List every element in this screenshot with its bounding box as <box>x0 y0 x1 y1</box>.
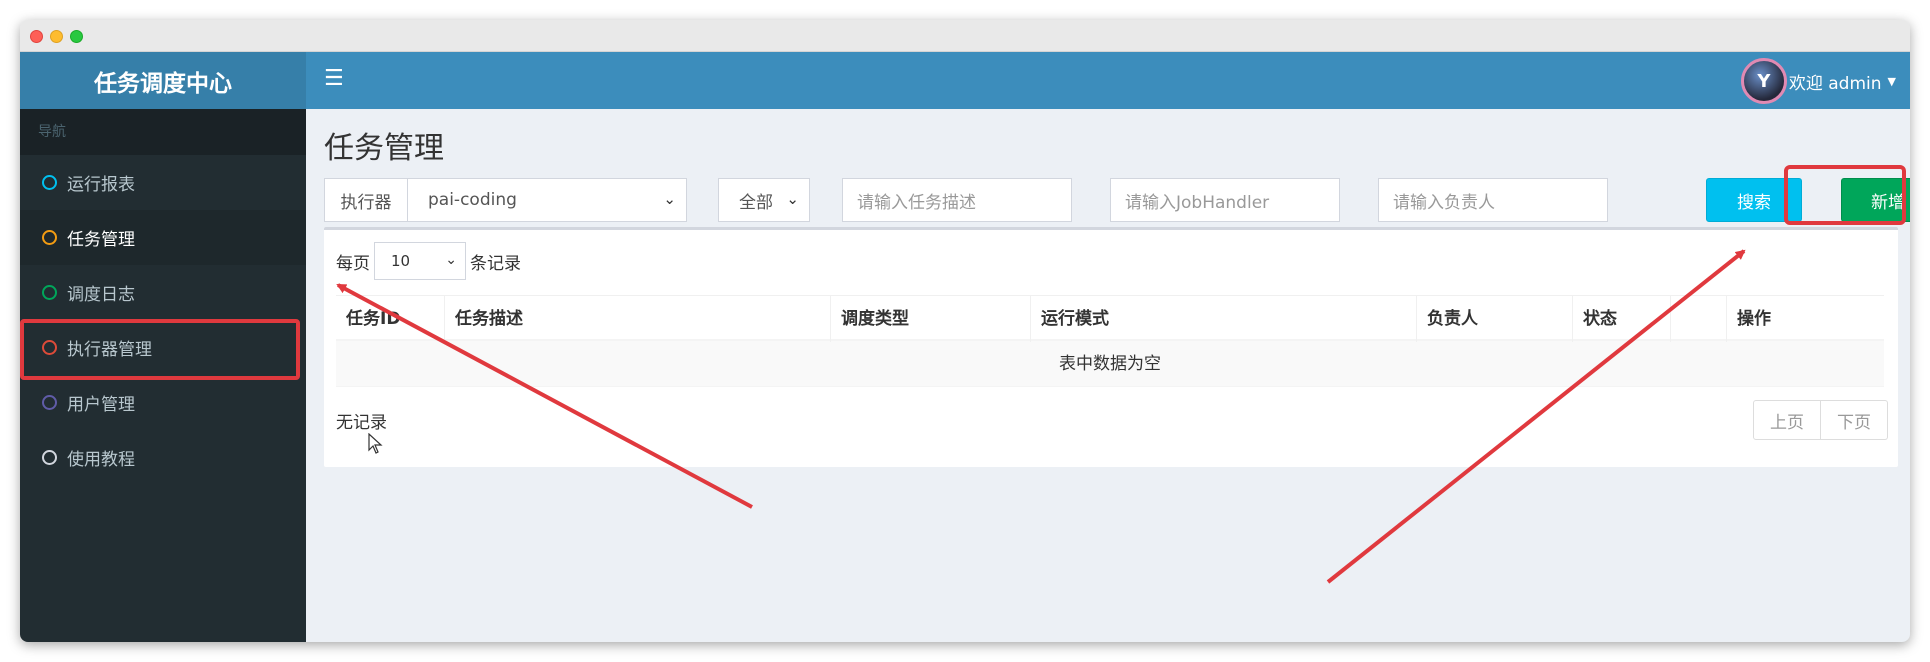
column-header[interactable]: 任务ID <box>336 296 446 342</box>
nav-header: 导航 <box>20 109 306 155</box>
prev-page-button[interactable]: 上页 <box>1753 400 1821 440</box>
status-select[interactable]: 全部 ⌄ <box>718 178 810 222</box>
column-header[interactable]: 调度类型 <box>830 296 1030 342</box>
sidebar-item-label: 任务管理 <box>67 230 135 250</box>
page-length-select[interactable]: 10 ⌄ <box>374 242 466 280</box>
page-title: 任务管理 <box>324 131 444 166</box>
author-input[interactable]: 请输入负责人 <box>1378 178 1608 222</box>
close-window-button[interactable] <box>30 30 43 43</box>
pagination: 上页 下页 <box>1753 400 1888 440</box>
column-header[interactable]: 任务描述 <box>444 296 830 342</box>
mouse-cursor-icon <box>368 433 383 454</box>
chevron-down-icon: ⌄ <box>786 190 799 208</box>
sidebar-item-report[interactable]: 运行报表 <box>20 155 306 210</box>
page-length-control: 每页 10 ⌄ 条记录 <box>336 242 521 280</box>
avatar: Y <box>1740 58 1787 104</box>
app-logo[interactable]: 任务调度中心 <box>20 52 306 109</box>
job-table-box: 每页 10 ⌄ 条记录 任务ID 任务描述 调度类型 运行模式 负责人 状态 操… <box>324 227 1898 467</box>
sidebar-item-logs[interactable]: 调度日志 <box>20 265 306 320</box>
next-page-button[interactable]: 下页 <box>1821 400 1888 440</box>
zoom-window-button[interactable] <box>70 30 83 43</box>
column-header[interactable]: 运行模式 <box>1030 296 1416 342</box>
sidebar-item-label: 用户管理 <box>67 395 135 415</box>
window-titlebar <box>20 20 1910 52</box>
table-empty-row: 表中数据为空 <box>336 341 1884 387</box>
minimize-window-button[interactable] <box>50 30 63 43</box>
column-header[interactable]: 负责人 <box>1416 296 1572 342</box>
sidebar: 导航 运行报表 任务管理 调度日志 执行器管理 用户管理 使用教程 <box>20 109 306 642</box>
menu-toggle-icon[interactable]: ☰ <box>324 66 344 91</box>
highlight-box-jobs <box>20 319 300 380</box>
executor-select-value: pai-coding <box>428 190 517 210</box>
status-select-value: 全部 <box>739 192 773 213</box>
chevron-down-icon: ⌄ <box>445 252 457 268</box>
main-content: 任务管理 执行器 pai-coding ⌄ 全部 ⌄ 请输入任务描述 请输入Jo… <box>306 109 1910 642</box>
circle-icon <box>42 230 57 245</box>
length-prefix: 每页 <box>336 253 370 274</box>
sidebar-item-jobs[interactable]: 任务管理 <box>20 210 306 265</box>
highlight-box-add <box>1784 165 1906 225</box>
job-desc-input[interactable]: 请输入任务描述 <box>842 178 1072 222</box>
job-handler-input[interactable]: 请输入JobHandler <box>1110 178 1340 222</box>
top-header: ☰ Y 欢迎 admin ▼ <box>306 52 1910 109</box>
filter-row: 执行器 pai-coding ⌄ 全部 ⌄ 请输入任务描述 请输入JobHand… <box>324 178 1910 222</box>
circle-icon <box>42 285 57 300</box>
length-suffix: 条记录 <box>470 253 521 274</box>
sidebar-item-label: 运行报表 <box>67 175 135 195</box>
sidebar-item-label: 调度日志 <box>67 285 135 305</box>
sidebar-item-help[interactable]: 使用教程 <box>20 430 306 485</box>
user-menu[interactable]: Y 欢迎 admin ▼ <box>1740 58 1896 104</box>
executor-label: 执行器 <box>324 178 408 222</box>
column-header <box>1670 296 1726 342</box>
app-window: 任务调度中心 ☰ Y 欢迎 admin ▼ 导航 运行报表 任务管理 调度日志 … <box>20 20 1910 642</box>
chevron-down-icon: ⌄ <box>663 190 676 208</box>
circle-icon <box>42 395 57 410</box>
job-table: 任务ID 任务描述 调度类型 运行模式 负责人 状态 操作 表中数据为空 <box>336 295 1884 387</box>
caret-down-icon: ▼ <box>1887 74 1896 88</box>
table-header: 任务ID 任务描述 调度类型 运行模式 负责人 状态 操作 <box>336 295 1884 342</box>
circle-icon <box>42 175 57 190</box>
user-greeting: 欢迎 admin <box>1788 73 1882 94</box>
circle-icon <box>42 450 57 465</box>
column-header[interactable]: 状态 <box>1572 296 1670 342</box>
table-info: 无记录 <box>336 413 387 433</box>
sidebar-item-label: 使用教程 <box>67 450 135 470</box>
page-length-value: 10 <box>391 252 411 270</box>
sidebar-item-users[interactable]: 用户管理 <box>20 375 306 430</box>
executor-select[interactable]: pai-coding ⌄ <box>407 178 687 222</box>
column-header[interactable]: 操作 <box>1726 296 1884 342</box>
